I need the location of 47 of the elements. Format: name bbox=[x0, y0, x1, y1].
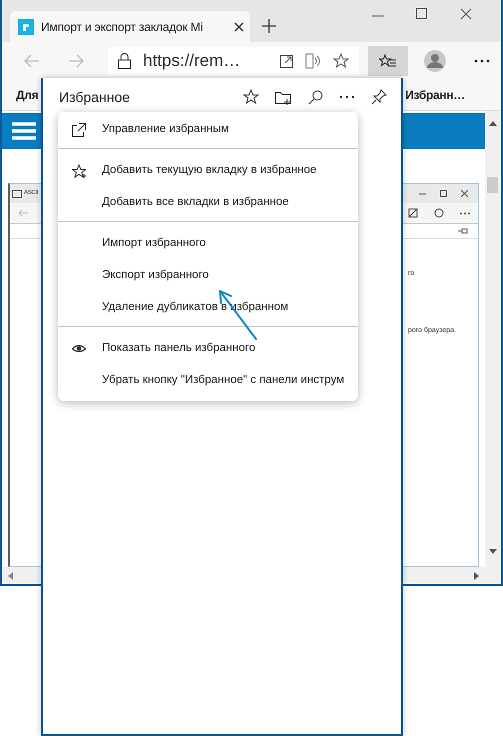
external-link-icon bbox=[72, 123, 86, 137]
favorites-icon bbox=[379, 54, 397, 68]
favorites-button[interactable] bbox=[368, 46, 408, 76]
new-tab-icon[interactable] bbox=[262, 19, 276, 33]
vertical-scrollbar[interactable] bbox=[485, 111, 501, 584]
search-icon[interactable] bbox=[308, 90, 323, 104]
panel-title: Избранное bbox=[59, 88, 131, 107]
bookmark-link[interactable]: Избранн… bbox=[405, 86, 465, 104]
star-add-icon bbox=[72, 164, 86, 178]
scroll-left-icon[interactable] bbox=[8, 572, 13, 580]
maximize-icon[interactable] bbox=[416, 8, 428, 20]
menu-item[interactable]: Импорт избранного bbox=[58, 228, 358, 260]
menu-item[interactable]: Управление избранным bbox=[58, 114, 358, 146]
address-bar[interactable]: https://rem… bbox=[108, 47, 359, 75]
folder-add-icon[interactable] bbox=[275, 90, 292, 104]
menu-item[interactable]: Добавить текущую вкладку в избранное bbox=[58, 155, 358, 187]
close-icon[interactable] bbox=[234, 22, 244, 32]
browser-tab[interactable]: Импорт и экспорт закладок Mi bbox=[10, 11, 250, 42]
window-icon bbox=[12, 190, 22, 198]
more-icon[interactable] bbox=[339, 95, 355, 99]
back-icon bbox=[18, 209, 28, 217]
menu-item[interactable]: Показать панель избранного bbox=[58, 333, 358, 365]
tab-title: Импорт и экспорт закладок Mi bbox=[41, 18, 204, 36]
menu-item[interactable]: Добавить все вкладки в избранное bbox=[58, 187, 358, 219]
close-icon[interactable] bbox=[460, 8, 472, 20]
scroll-up-icon[interactable] bbox=[489, 121, 497, 126]
scroll-right-icon[interactable] bbox=[474, 572, 479, 580]
star-add-icon[interactable] bbox=[333, 53, 349, 69]
bookmark-link[interactable]: Для bbox=[16, 86, 38, 104]
site-favicon-icon bbox=[18, 18, 34, 34]
pin-icon bbox=[458, 228, 468, 234]
maximize-icon bbox=[440, 190, 447, 197]
address-text: https://rem… bbox=[143, 50, 242, 72]
pin-icon[interactable] bbox=[371, 89, 387, 105]
scroll-down-icon[interactable] bbox=[489, 549, 497, 554]
scrollbar-thumb[interactable] bbox=[487, 177, 498, 193]
more-icon bbox=[460, 212, 470, 214]
read-aloud-icon[interactable] bbox=[305, 53, 321, 69]
menu-icon[interactable] bbox=[12, 122, 36, 140]
profile-avatar-icon[interactable] bbox=[424, 50, 446, 72]
close-icon bbox=[461, 190, 468, 197]
menu-item[interactable]: Убрать кнопку "Избранное" с панели инструм bbox=[58, 365, 358, 397]
menu-item[interactable]: Экспорт избранного bbox=[58, 260, 358, 292]
more-icon[interactable] bbox=[474, 59, 490, 63]
external-link-icon[interactable] bbox=[280, 54, 293, 68]
star-add-icon[interactable] bbox=[243, 89, 259, 105]
lock-icon bbox=[118, 53, 131, 69]
